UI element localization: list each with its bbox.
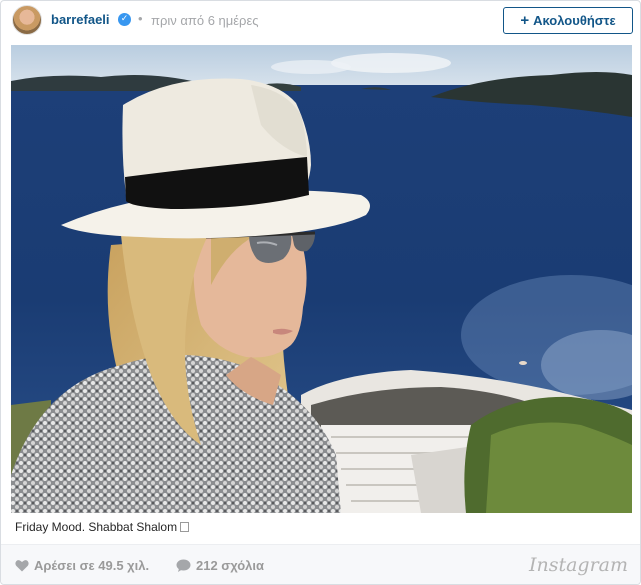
post-caption: Friday Mood. Shabbat Shalom xyxy=(15,520,190,534)
post-header: barrefaeli ✓ • πριν από 6 ημέρες + Ακολο… xyxy=(1,1,640,45)
post-timestamp[interactable]: πριν από 6 ημέρες xyxy=(151,13,259,28)
heart-icon xyxy=(15,560,29,572)
emoji-icon xyxy=(180,522,190,532)
likes-label: Αρέσει σε 49.5 χιλ. xyxy=(34,558,150,573)
avatar[interactable] xyxy=(12,5,42,35)
username-link[interactable]: barrefaeli xyxy=(51,12,110,27)
post-footer: Αρέσει σε 49.5 χιλ. 212 σχόλια Instagram xyxy=(1,544,640,584)
plus-icon: + xyxy=(520,12,530,29)
instagram-embed-card: barrefaeli ✓ • πριν από 6 ημέρες + Ακολο… xyxy=(0,0,641,585)
comment-icon xyxy=(176,559,191,572)
separator-dot: • xyxy=(138,11,143,26)
comments-label: 212 σχόλια xyxy=(196,558,264,573)
likes-count[interactable]: Αρέσει σε 49.5 χιλ. xyxy=(15,558,149,573)
follow-button-label: Ακολουθήστε xyxy=(533,13,616,28)
comments-count[interactable]: 212 σχόλια xyxy=(176,558,264,573)
verified-badge-icon: ✓ xyxy=(118,13,131,26)
follow-button[interactable]: + Ακολουθήστε xyxy=(503,7,633,34)
post-photo-image xyxy=(11,45,632,513)
post-caption-text: Friday Mood. Shabbat Shalom xyxy=(15,520,178,534)
instagram-logo[interactable]: Instagram xyxy=(529,554,628,576)
post-photo[interactable] xyxy=(11,45,632,513)
